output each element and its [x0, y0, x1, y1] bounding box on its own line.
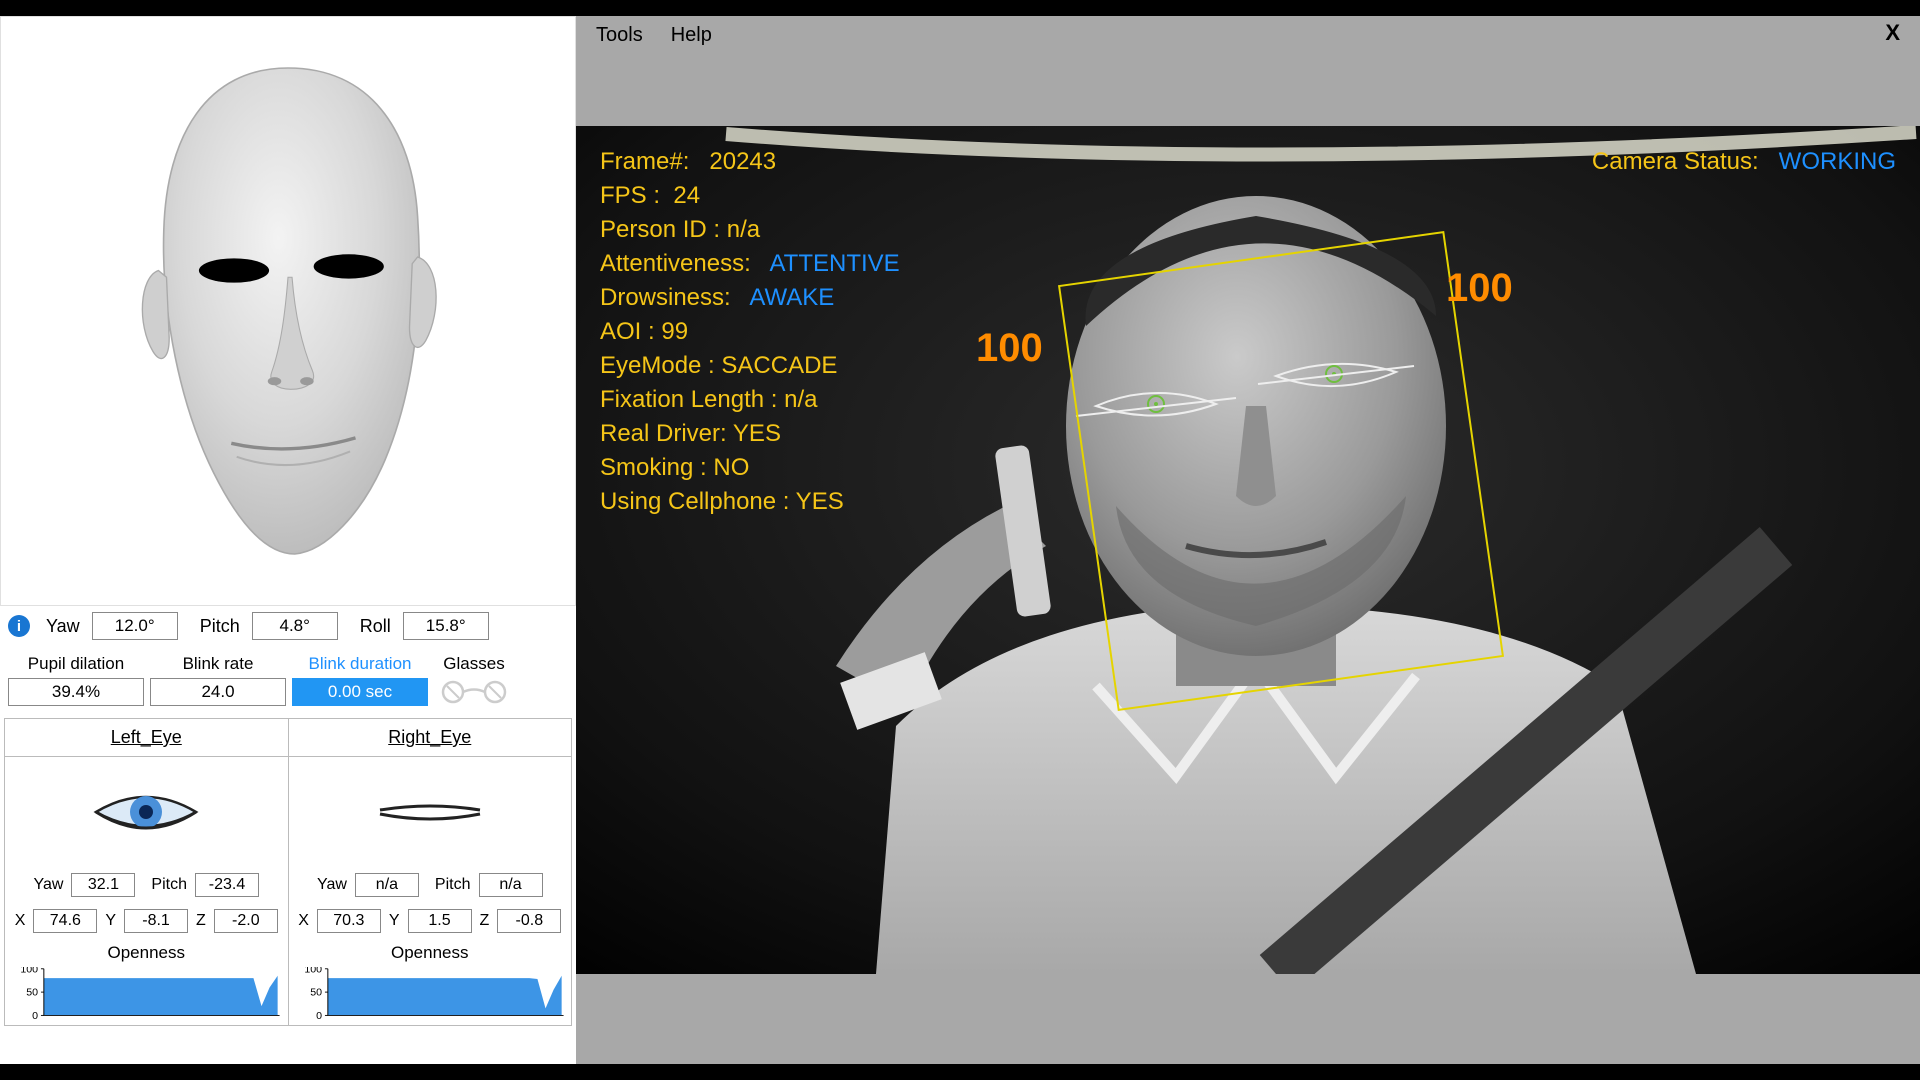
close-button[interactable]: X [1885, 20, 1900, 46]
fps-label: FPS : [600, 182, 660, 209]
glasses-label: Glasses [443, 654, 504, 674]
glasses-icon [434, 678, 514, 706]
right-panel: Tools Help X [576, 16, 1920, 1064]
camstatus-label: Camera Status: [1592, 148, 1759, 175]
left-openness-label: Openness [5, 939, 288, 967]
left-yaw-label: Yaw [33, 876, 63, 894]
conf-left: 100 [976, 326, 1043, 371]
left-eye-title: Left_Eye [5, 719, 288, 757]
right-x-value: 70.3 [317, 909, 381, 933]
metrics-row: Pupil dilation 39.4% Blink rate 24.0 Bli… [0, 646, 576, 714]
right-pitch-label: Pitch [435, 876, 471, 894]
smoking-row: Smoking : NO [600, 454, 749, 482]
left-eye-drawing [5, 757, 288, 867]
left-z-label: Z [196, 912, 206, 930]
right-z-label: Z [480, 912, 490, 930]
frame-value: 20243 [709, 148, 776, 175]
info-icon[interactable]: i [8, 615, 30, 637]
realdriver-row: Real Driver: YES [600, 420, 781, 448]
right-eye-column: Right_Eye Yaw n/a Pitch n/a X 70.3 Y [289, 719, 572, 1025]
drowsiness-row: Drowsiness: AWAKE [600, 284, 834, 312]
right-x-label: X [298, 912, 309, 930]
svg-text:100: 100 [20, 967, 38, 975]
svg-text:0: 0 [32, 1011, 38, 1019]
cellphone-row: Using Cellphone : YES [600, 488, 844, 516]
fps-row: FPS : 24 [600, 182, 700, 210]
face-mesh-icon [78, 41, 498, 581]
app-root: i Yaw 12.0° Pitch 4.8° Roll 15.8° Pupil … [0, 16, 1920, 1064]
left-z-value: -2.0 [214, 909, 278, 933]
aoi-row: AOI : 99 [600, 318, 688, 346]
attentiveness-row: Attentiveness: ATTENTIVE [600, 250, 900, 278]
right-openness-label: Openness [289, 939, 572, 967]
yaw-label: Yaw [46, 616, 80, 637]
personid-row: Person ID : n/a [600, 216, 760, 244]
left-eye-xyz: X 74.6 Y -8.1 Z -2.0 [5, 903, 288, 939]
left-eye-yawpitch: Yaw 32.1 Pitch -23.4 [5, 867, 288, 903]
frame-row: Frame#: 20243 [600, 148, 776, 176]
menu-help[interactable]: Help [671, 24, 712, 47]
right-yaw-label: Yaw [317, 876, 347, 894]
open-eye-icon [86, 782, 206, 842]
blinkrate-label: Blink rate [183, 654, 254, 674]
left-x-label: X [15, 912, 26, 930]
blinkdur-label: Blink duration [308, 654, 411, 674]
fixation-row: Fixation Length : n/a [600, 386, 817, 414]
right-pitch-value: n/a [479, 873, 543, 897]
blinkdur-value: 0.00 sec [292, 678, 428, 706]
svg-text:100: 100 [304, 967, 322, 975]
blink-duration-metric: Blink duration 0.00 sec [292, 654, 428, 706]
left-x-value: 74.6 [33, 909, 97, 933]
camstatus-value: WORKING [1779, 148, 1896, 175]
right-openness-chart: 0 50 100 [289, 967, 572, 1025]
eyes-grid: Left_Eye Yaw 32.1 Pitch -23.4 X [4, 718, 572, 1026]
attent-value: ATTENTIVE [769, 250, 899, 277]
left-y-label: Y [105, 912, 116, 930]
left-panel: i Yaw 12.0° Pitch 4.8° Roll 15.8° Pupil … [0, 16, 576, 1064]
blink-rate-metric: Blink rate 24.0 [150, 654, 286, 706]
right-yaw-value: n/a [355, 873, 419, 897]
right-y-value: 1.5 [408, 909, 472, 933]
right-eye-drawing [289, 757, 572, 867]
pitch-value: 4.8° [252, 612, 338, 640]
right-eye-xyz: X 70.3 Y 1.5 Z -0.8 [289, 903, 572, 939]
pupil-label: Pupil dilation [28, 654, 124, 674]
pupil-value: 39.4% [8, 678, 144, 706]
face-bbox [1058, 231, 1504, 711]
face-3d-view [0, 16, 576, 606]
attent-label: Attentiveness: [600, 250, 751, 277]
right-eye-yawpitch: Yaw n/a Pitch n/a [289, 867, 572, 903]
left-openness-chart: 0 50 100 [5, 967, 288, 1025]
yaw-value: 12.0° [92, 612, 178, 640]
glasses-metric: Glasses [434, 654, 514, 706]
roll-value: 15.8° [403, 612, 489, 640]
right-y-label: Y [389, 912, 400, 930]
svg-text:50: 50 [26, 988, 38, 999]
menu-tools[interactable]: Tools [596, 24, 643, 47]
head-orientation-row: i Yaw 12.0° Pitch 4.8° Roll 15.8° [0, 606, 576, 646]
left-yaw-value: 32.1 [71, 873, 135, 897]
right-eye-title: Right_Eye [289, 719, 572, 757]
pitch-label: Pitch [200, 616, 240, 637]
camera-view: Frame#: 20243 FPS : 24 Person ID : n/a A… [576, 126, 1920, 974]
drowsy-value: AWAKE [749, 284, 834, 311]
roll-label: Roll [360, 616, 391, 637]
blinkrate-value: 24.0 [150, 678, 286, 706]
frame-label: Frame#: [600, 148, 689, 175]
left-y-value: -8.1 [124, 909, 188, 933]
closed-eye-icon [370, 782, 490, 842]
conf-right: 100 [1446, 266, 1513, 311]
left-eye-column: Left_Eye Yaw 32.1 Pitch -23.4 X [5, 719, 289, 1025]
drowsy-label: Drowsiness: [600, 284, 731, 311]
svg-text:0: 0 [316, 1011, 322, 1019]
eyemode-row: EyeMode : SACCADE [600, 352, 837, 380]
pupil-dilation-metric: Pupil dilation 39.4% [8, 654, 144, 706]
camstatus-row: Camera Status: WORKING [1592, 148, 1896, 176]
menubar: Tools Help X [576, 16, 1920, 54]
svg-text:50: 50 [310, 988, 322, 999]
left-pitch-value: -23.4 [195, 873, 259, 897]
left-pitch-label: Pitch [151, 876, 187, 894]
right-z-value: -0.8 [497, 909, 561, 933]
fps-value: 24 [673, 182, 700, 209]
